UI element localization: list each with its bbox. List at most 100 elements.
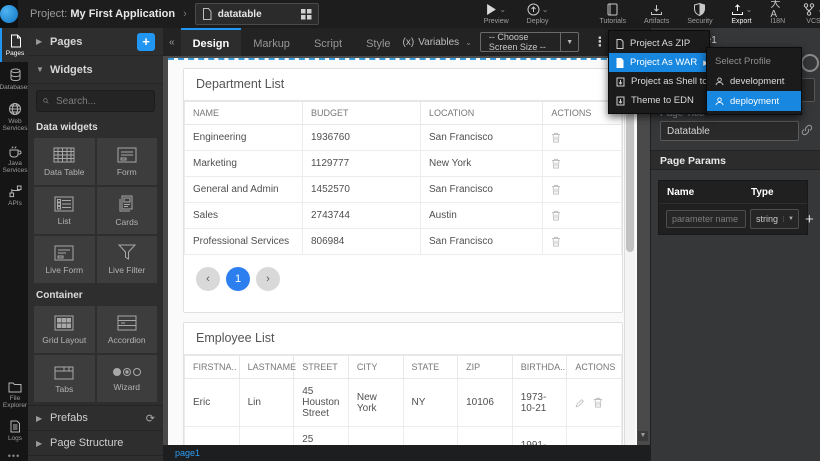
widget-accordion[interactable]: Accordion [97,306,158,353]
left-panel: ▶ Pages + ▼ Widgets Data widgets Data Ta… [28,28,163,461]
widget-list[interactable]: List [34,187,95,234]
submenu-item-deployment[interactable]: deployment [707,91,801,111]
collapse-panel-icon[interactable]: « [163,37,181,48]
table-row[interactable]: Sales 2743744 Austin [185,203,622,229]
export-button[interactable]: ⌄ Export [731,3,753,25]
pagination-page-1[interactable]: 1 [226,267,250,291]
table-row[interactable]: Brad Tucker 25 Liberty Pl Boston MA 0212… [185,427,622,448]
widget-data-table[interactable]: Data Table [34,138,95,185]
pagination-prev-button[interactable]: ‹ [196,267,220,291]
delete-icon[interactable] [551,158,561,169]
table-row[interactable]: Eric Lin 45 Houston Street New York NY 1… [185,379,622,427]
collapse-arrow-icon: ▶ [36,37,44,46]
table-row[interactable]: Engineering 1936760 San Francisco [185,125,622,151]
container-widgets-grid: Grid Layout Accordion Tabs Wizard [28,303,163,405]
variables-icon: (x) [403,37,415,48]
brand-logo[interactable] [0,0,18,28]
delete-icon[interactable] [551,236,561,247]
deploy-button[interactable]: ⌄ Deploy [527,3,549,25]
widget-grid-layout[interactable]: Grid Layout [34,306,95,353]
canvas-page[interactable]: Department List NAME BUDGET LOCATION ACT… [168,58,637,447]
widget-live-form[interactable]: Live Form [34,236,95,283]
rail-item-file-explorer[interactable]: File Explorer [0,375,28,414]
widget-cards[interactable]: Cards [97,187,158,234]
tab-markup[interactable]: Markup [241,28,302,56]
param-type-select[interactable]: string ▼ [750,209,799,229]
rail-more-icon[interactable]: ••• [0,451,28,461]
employee-list-widget[interactable]: Employee List FIRSTNA.. LASTNAME STREET … [183,322,623,447]
tab-script[interactable]: Script [302,28,354,56]
page-structure-section[interactable]: ▶ Page Structure [28,430,163,455]
menu-item-project-as-war[interactable]: Project As WAR ▶ [609,53,709,72]
widgets-section-header[interactable]: ▼ Widgets [28,56,163,84]
artifacts-button[interactable]: Artifacts [644,3,669,25]
page-selector[interactable]: datatable [195,3,319,25]
table-row[interactable]: Professional Services 806984 San Francis… [185,229,622,255]
delete-icon[interactable] [593,397,603,408]
dropdown-arrow-icon: ▼ [560,33,578,51]
rail-item-databases[interactable]: Databases [0,62,28,96]
grid-layout-icon [54,315,74,331]
refresh-circle-icon[interactable] [801,54,819,72]
department-list-widget[interactable]: Department List NAME BUDGET LOCATION ACT… [183,68,623,313]
pages-section-header[interactable]: ▶ Pages + [28,28,163,56]
data-widgets-header: Data widgets [28,118,163,135]
menu-item-project-as-shell-to-edn[interactable]: Project as Shell to EDN [609,72,709,91]
widget-tabs[interactable]: Tabs [34,355,95,402]
page-icon [202,8,212,20]
tutorials-button[interactable]: Tutorials [599,3,626,25]
delete-icon[interactable] [551,132,561,143]
page-selector-value: datatable [218,9,295,20]
i18n-translate-icon: 大A [770,3,785,16]
delete-icon[interactable] [551,184,561,195]
refresh-icon[interactable]: ⟳ [146,412,155,425]
submenu-item-development[interactable]: development [707,71,801,91]
col-location[interactable]: LOCATION [420,102,542,125]
screen-size-dropdown[interactable]: -- Choose Screen Size -- ▼ [480,32,579,52]
rail-item-java-services[interactable]: Java Services [0,138,28,179]
tab-style[interactable]: Style [354,28,402,56]
variables-button[interactable]: (x) Variables ⌄ [403,37,472,48]
globe-icon [8,102,22,116]
rail-item-apis[interactable]: APIs [0,179,28,212]
variables-section[interactable]: ▶ Variables [28,455,163,461]
rail-item-web-services[interactable]: Web Services [0,96,28,137]
widget-live-filter[interactable]: Live Filter [97,236,158,283]
param-name-input[interactable] [666,210,746,228]
menu-item-theme-to-edn[interactable]: Theme to EDN [609,91,709,110]
i18n-button[interactable]: 大A I18N [770,3,785,25]
folder-icon [8,381,22,393]
table-row[interactable]: Marketing 1129777 New York [185,151,622,177]
col-budget[interactable]: BUDGET [302,102,420,125]
canvas-scrollbar[interactable] [624,60,635,447]
wavemaker-studio: Project: My First Application › datatabl… [0,0,820,461]
grid-menu-icon[interactable] [301,9,312,20]
bottom-tab-page1[interactable]: page1 [163,448,200,458]
vcs-button[interactable]: ⌄ VCS [803,3,820,25]
page-params-header[interactable]: Page Params [651,150,820,170]
table-row[interactable]: General and Admin 1452570 San Francisco [185,177,622,203]
widget-wizard[interactable]: Wizard [97,355,158,402]
widget-form[interactable]: Form [97,138,158,185]
preview-button[interactable]: ⌄ Preview [484,3,509,25]
chevron-down-icon: ⌄ [746,6,753,14]
scrollbar-down-arrow[interactable]: ▼ [638,431,648,441]
add-page-button[interactable]: + [137,33,155,51]
rail-item-logs[interactable]: Logs [0,414,28,447]
edit-icon[interactable] [575,398,585,408]
page-title-input[interactable] [660,121,799,141]
col-name[interactable]: NAME [185,102,303,125]
pagination-next-button[interactable]: › [256,267,280,291]
rail-item-pages[interactable]: Pages [0,28,28,62]
menu-item-project-as-zip[interactable]: Project As ZIP [609,34,709,53]
prefabs-section[interactable]: ▶ Prefabs ⟳ [28,405,163,430]
security-button[interactable]: Security [687,3,712,25]
add-param-button[interactable]: + [805,211,814,228]
bind-link-icon[interactable] [801,124,813,136]
widget-search-input[interactable] [54,95,148,108]
container-widgets-header: Container [28,286,163,303]
delete-icon[interactable] [551,210,561,221]
table-header-row: FIRSTNA.. LASTNAME STREET CITY STATE ZIP… [185,356,622,379]
tab-design[interactable]: Design [181,28,242,56]
widget-search-box[interactable] [36,90,155,112]
